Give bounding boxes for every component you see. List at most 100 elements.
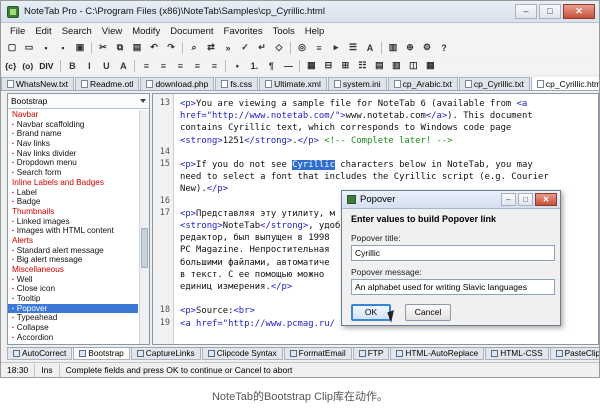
table-button[interactable]: ▦ — [304, 59, 318, 73]
outline-icon[interactable]: ☰ — [346, 41, 360, 55]
clipbook-tab[interactable]: PasteClips — [549, 348, 599, 360]
doc-tab[interactable]: cp_Cyrillic.html — [530, 77, 599, 90]
dialog-close-button[interactable]: ✕ — [535, 193, 557, 206]
clipbook-tab[interactable]: AutoCorrect — [7, 348, 73, 360]
cut-icon[interactable]: ✂ — [96, 41, 110, 55]
popover-message-input[interactable]: An alphabet used for writing Slavic lang… — [351, 279, 555, 295]
title-bar[interactable]: NoteTab Pro - C:\Program Files (x86)\Not… — [1, 1, 599, 23]
find-icon[interactable]: ⌕ — [187, 41, 201, 55]
bold-button[interactable]: B — [65, 59, 79, 73]
clip-item[interactable]: Nav links divider — [8, 149, 138, 159]
bullet-list-button[interactable]: • — [230, 59, 244, 73]
menu-view[interactable]: View — [97, 26, 127, 37]
clip-item[interactable]: Collapse — [8, 323, 138, 333]
font-color-button[interactable]: A — [116, 59, 130, 73]
doc-tab[interactable]: Ultimate.xml — [259, 77, 327, 90]
clip-item[interactable]: Nav links — [8, 139, 138, 149]
clip-item[interactable]: Linked images — [8, 217, 138, 227]
open-folder-icon[interactable]: ▭ — [22, 41, 36, 55]
clip-item[interactable]: Brand name — [8, 129, 138, 139]
clip-item[interactable]: Close icon — [8, 284, 138, 294]
paragraph-button[interactable]: ¶ — [264, 59, 278, 73]
clip-item[interactable]: Images with HTML content — [8, 226, 138, 236]
menu-document[interactable]: Document — [165, 26, 218, 37]
italic-button[interactable]: I — [82, 59, 96, 73]
clip-item[interactable]: Label — [8, 188, 138, 198]
font-icon[interactable]: A — [363, 41, 377, 55]
doc-tab[interactable]: Readme.otl — [74, 77, 140, 90]
copy-icon[interactable]: ⧉ — [113, 41, 127, 55]
replace-icon[interactable]: ⇄ — [204, 41, 218, 55]
minimize-button[interactable]: – — [515, 4, 537, 19]
help-icon[interactable]: ? — [437, 41, 451, 55]
align-right-button[interactable]: ≡ — [173, 59, 187, 73]
clip-item[interactable]: Well — [8, 275, 138, 285]
form-button[interactable]: ⊟ — [321, 59, 335, 73]
scrollbar-thumb[interactable] — [141, 228, 148, 268]
doc-tab[interactable]: WhatsNew.txt — [1, 77, 74, 90]
comment-button[interactable]: {c} — [5, 61, 16, 71]
redo-icon[interactable]: ↷ — [164, 41, 178, 55]
clip-item[interactable]: Typeahead — [8, 313, 138, 323]
options-icon[interactable]: ⚙ — [420, 41, 434, 55]
menu-tools[interactable]: Tools — [268, 26, 300, 37]
maximize-button[interactable]: □ — [539, 4, 561, 19]
close-button[interactable]: ✕ — [563, 4, 595, 19]
menu-file[interactable]: File — [5, 26, 30, 37]
dialog-title-bar[interactable]: Popover – □ ✕ — [342, 191, 560, 209]
clip-item[interactable]: Tooltip — [8, 294, 138, 304]
cancel-button[interactable]: Cancel — [405, 304, 451, 321]
clip-item[interactable]: Accordion — [8, 333, 138, 343]
clipbook-tab[interactable]: HTML-AutoReplace — [390, 348, 485, 360]
doc-tab[interactable]: cp_Cyrillic.txt — [458, 77, 530, 90]
bookmark-icon[interactable]: ▸ — [329, 41, 343, 55]
align-center-button[interactable]: ≡ — [156, 59, 170, 73]
clip-item[interactable]: Big alert message — [8, 255, 138, 265]
clipbook-tab[interactable]: Clipcode Syntax — [201, 348, 283, 360]
clipbook-tab[interactable]: HTML-CSS — [485, 348, 549, 360]
popover-title-input[interactable]: Cyrillic — [351, 245, 555, 261]
print-icon[interactable]: ▣ — [73, 41, 87, 55]
doc-tab[interactable]: download.php — [140, 77, 215, 90]
clipbook-tab[interactable]: FormatEmail — [283, 348, 352, 360]
justify-button[interactable]: ≡ — [190, 59, 204, 73]
clip-library-select[interactable]: Bootstrap — [8, 94, 149, 109]
numbered-list-button[interactable]: 1. — [247, 59, 261, 73]
div-button[interactable]: DIV — [39, 61, 53, 71]
zoom-icon[interactable]: ⊕ — [403, 41, 417, 55]
clipbook-icon[interactable]: ▥ — [386, 41, 400, 55]
layout-button[interactable]: ◫ — [406, 59, 420, 73]
align-left-button[interactable]: ≡ — [139, 59, 153, 73]
browser-icon[interactable]: ◎ — [295, 41, 309, 55]
menu-edit[interactable]: Edit — [30, 26, 56, 37]
grid-button[interactable]: ▦ — [423, 59, 437, 73]
clip-item[interactable]: Badge — [8, 197, 138, 207]
notetab-app-icon[interactable] — [7, 5, 19, 18]
paren-button[interactable]: (o) — [22, 61, 33, 71]
horizontal-rule-button[interactable]: — — [281, 59, 295, 73]
column-button[interactable]: ▥ — [389, 59, 403, 73]
doc-tab[interactable]: cp_Arabic.txt — [387, 77, 458, 90]
clip-item[interactable]: Dropdown menu — [8, 158, 138, 168]
list-button[interactable]: ☷ — [355, 59, 369, 73]
dialog-minimize-button[interactable]: – — [501, 193, 516, 206]
html-tags-icon[interactable]: ◇ — [272, 41, 286, 55]
clip-item[interactable]: Navbar scaffolding — [8, 120, 138, 130]
save-all-icon[interactable]: ▪ — [56, 41, 70, 55]
clip-item[interactable]: Standard alert message — [8, 246, 138, 256]
clip-list-scrollbar[interactable] — [139, 110, 149, 344]
doc-tab[interactable]: system.ini — [327, 77, 387, 90]
clipbook-tab[interactable]: Bootstrap — [73, 348, 130, 360]
clip-item[interactable]: Popover — [8, 303, 138, 314]
menu-help[interactable]: Help — [300, 26, 330, 37]
frame-button[interactable]: ▤ — [372, 59, 386, 73]
find-next-icon[interactable]: » — [221, 41, 235, 55]
dialog-maximize-button[interactable]: □ — [518, 193, 533, 206]
paste-icon[interactable]: ▤ — [130, 41, 144, 55]
doc-tab[interactable]: fs.css — [215, 77, 259, 90]
spell-check-icon[interactable]: ✓ — [238, 41, 252, 55]
ok-button[interactable]: OK — [351, 304, 391, 321]
insert-image-button[interactable]: ⊞ — [338, 59, 352, 73]
indent-button[interactable]: ≡ — [207, 59, 221, 73]
menu-modify[interactable]: Modify — [127, 26, 165, 37]
